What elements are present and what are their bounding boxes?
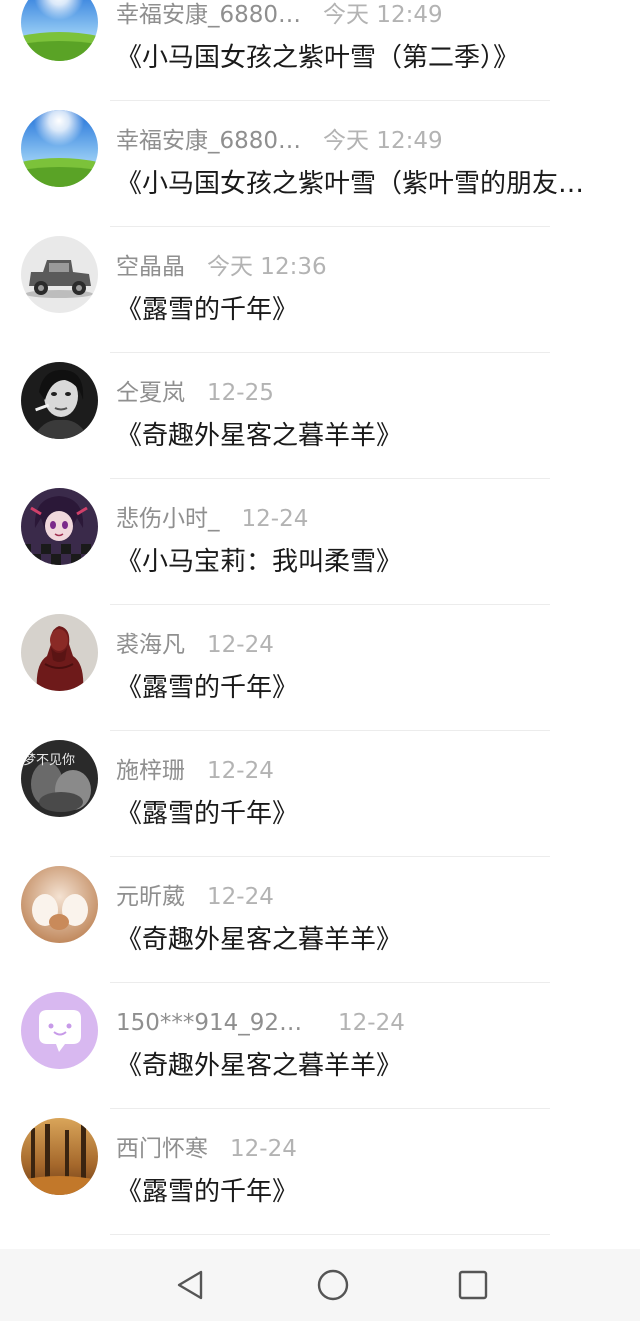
work-title[interactable]: 《奇趣外星客之暮羊羊》 xyxy=(116,1046,636,1086)
divider xyxy=(110,1234,550,1235)
chat-bubble-avatar-icon[interactable] xyxy=(21,992,98,1069)
divider xyxy=(110,100,550,101)
feed-item[interactable]: 150***914_926… 12-24 《奇趣外星客之暮羊羊》 xyxy=(0,987,640,1113)
vintage-car-avatar-icon[interactable] xyxy=(21,236,98,313)
user-name[interactable]: 元昕葳 xyxy=(116,881,185,913)
item-meta: 元昕葳 12-24 xyxy=(116,881,274,913)
dark-collage-avatar-icon[interactable]: 梦不见你 xyxy=(21,740,98,817)
timestamp: 12-24 xyxy=(207,758,274,784)
divider xyxy=(110,982,550,983)
item-meta: 幸福安康_6880… 今天 12:49 xyxy=(116,125,443,157)
work-title[interactable]: 《小马宝莉：我叫柔雪》 xyxy=(116,542,636,582)
user-name[interactable]: 施梓珊 xyxy=(116,755,185,787)
bw-portrait-avatar-icon[interactable] xyxy=(21,362,98,439)
work-title[interactable]: 《小马国女孩之紫叶雪（第二季）》 xyxy=(116,38,636,78)
sky-grass-avatar-icon[interactable] xyxy=(21,110,98,187)
timestamp: 12-25 xyxy=(207,380,274,406)
anime-character-avatar-icon[interactable] xyxy=(21,488,98,565)
item-meta: 空晶晶 今天 12:36 xyxy=(116,251,327,283)
forest-avatar-icon[interactable] xyxy=(21,1118,98,1195)
work-title[interactable]: 《奇趣外星客之暮羊羊》 xyxy=(116,920,636,960)
recent-square-icon[interactable] xyxy=(453,1265,493,1305)
user-name[interactable]: 仝夏岚 xyxy=(116,377,185,409)
feed-item[interactable]: 悲伤小时_ 12-24 《小马宝莉：我叫柔雪》 xyxy=(0,483,640,609)
item-meta: 施梓珊 12-24 xyxy=(116,755,274,787)
avatar-caption: 梦不见你 xyxy=(23,753,75,768)
user-name[interactable]: 裘海凡 xyxy=(116,629,185,661)
feed-item[interactable]: 西门怀寒 12-24 《露雪的千年》 xyxy=(0,1113,640,1239)
feed-item[interactable]: 幸福安康_6880… 今天 12:49 《小马国女孩之紫叶雪（第二季）》 xyxy=(0,0,640,105)
work-title[interactable]: 《小马国女孩之紫叶雪（紫叶雪的朋友… xyxy=(116,164,636,204)
divider xyxy=(110,604,550,605)
item-meta: 150***914_926… 12-24 xyxy=(116,1007,405,1039)
timestamp: 今天 12:36 xyxy=(207,254,327,280)
timestamp: 今天 12:49 xyxy=(323,2,443,28)
divider xyxy=(110,856,550,857)
sky-grass-avatar-icon[interactable] xyxy=(21,0,98,61)
feed-item[interactable]: 元昕葳 12-24 《奇趣外星客之暮羊羊》 xyxy=(0,861,640,987)
divider xyxy=(110,352,550,353)
timestamp: 12-24 xyxy=(207,884,274,910)
feed-item[interactable]: 幸福安康_6880… 今天 12:49 《小马国女孩之紫叶雪（紫叶雪的朋友… xyxy=(0,105,640,231)
user-name[interactable]: 空晶晶 xyxy=(116,251,185,283)
timestamp: 今天 12:49 xyxy=(323,128,443,154)
divider xyxy=(110,730,550,731)
feed-item[interactable]: 梦不见你 施梓珊 12-24 《露雪的千年》 xyxy=(0,735,640,861)
work-title[interactable]: 《露雪的千年》 xyxy=(116,290,636,330)
work-title[interactable]: 《奇趣外星客之暮羊羊》 xyxy=(116,416,636,456)
feed-item[interactable]: 仝夏岚 12-25 《奇趣外星客之暮羊羊》 xyxy=(0,357,640,483)
user-name[interactable]: 西门怀寒 xyxy=(116,1133,208,1165)
timestamp: 12-24 xyxy=(338,1010,405,1036)
user-name[interactable]: 悲伤小时_ xyxy=(116,503,220,535)
comment-feed: 幸福安康_6880… 今天 12:49 《小马国女孩之紫叶雪（第二季）》 幸福安… xyxy=(0,0,640,1239)
user-name[interactable]: 幸福安康_6880… xyxy=(116,125,301,157)
feed-item[interactable]: 空晶晶 今天 12:36 《露雪的千年》 xyxy=(0,231,640,357)
item-meta: 西门怀寒 12-24 xyxy=(116,1133,297,1165)
statue-avatar-icon[interactable] xyxy=(21,614,98,691)
divider xyxy=(110,1108,550,1109)
divider xyxy=(110,226,550,227)
system-nav-bar xyxy=(0,1249,640,1321)
timestamp: 12-24 xyxy=(207,632,274,658)
work-title[interactable]: 《露雪的千年》 xyxy=(116,1172,636,1212)
user-name[interactable]: 幸福安康_6880… xyxy=(116,0,301,31)
divider xyxy=(110,478,550,479)
timestamp: 12-24 xyxy=(230,1136,297,1162)
item-meta: 悲伤小时_ 12-24 xyxy=(116,503,308,535)
user-name[interactable]: 150***914_926… xyxy=(116,1007,316,1039)
item-meta: 仝夏岚 12-25 xyxy=(116,377,274,409)
work-title[interactable]: 《露雪的千年》 xyxy=(116,794,636,834)
work-title[interactable]: 《露雪的千年》 xyxy=(116,668,636,708)
timestamp: 12-24 xyxy=(241,506,309,532)
feed-screen: 幸福安康_6880… 今天 12:49 《小马国女孩之紫叶雪（第二季）》 幸福安… xyxy=(0,0,640,1321)
cat-paws-avatar-icon[interactable] xyxy=(21,866,98,943)
back-triangle-icon[interactable] xyxy=(171,1265,211,1305)
home-circle-icon[interactable] xyxy=(313,1265,353,1305)
item-meta: 幸福安康_6880… 今天 12:49 xyxy=(116,0,443,31)
feed-item[interactable]: 裘海凡 12-24 《露雪的千年》 xyxy=(0,609,640,735)
item-meta: 裘海凡 12-24 xyxy=(116,629,274,661)
